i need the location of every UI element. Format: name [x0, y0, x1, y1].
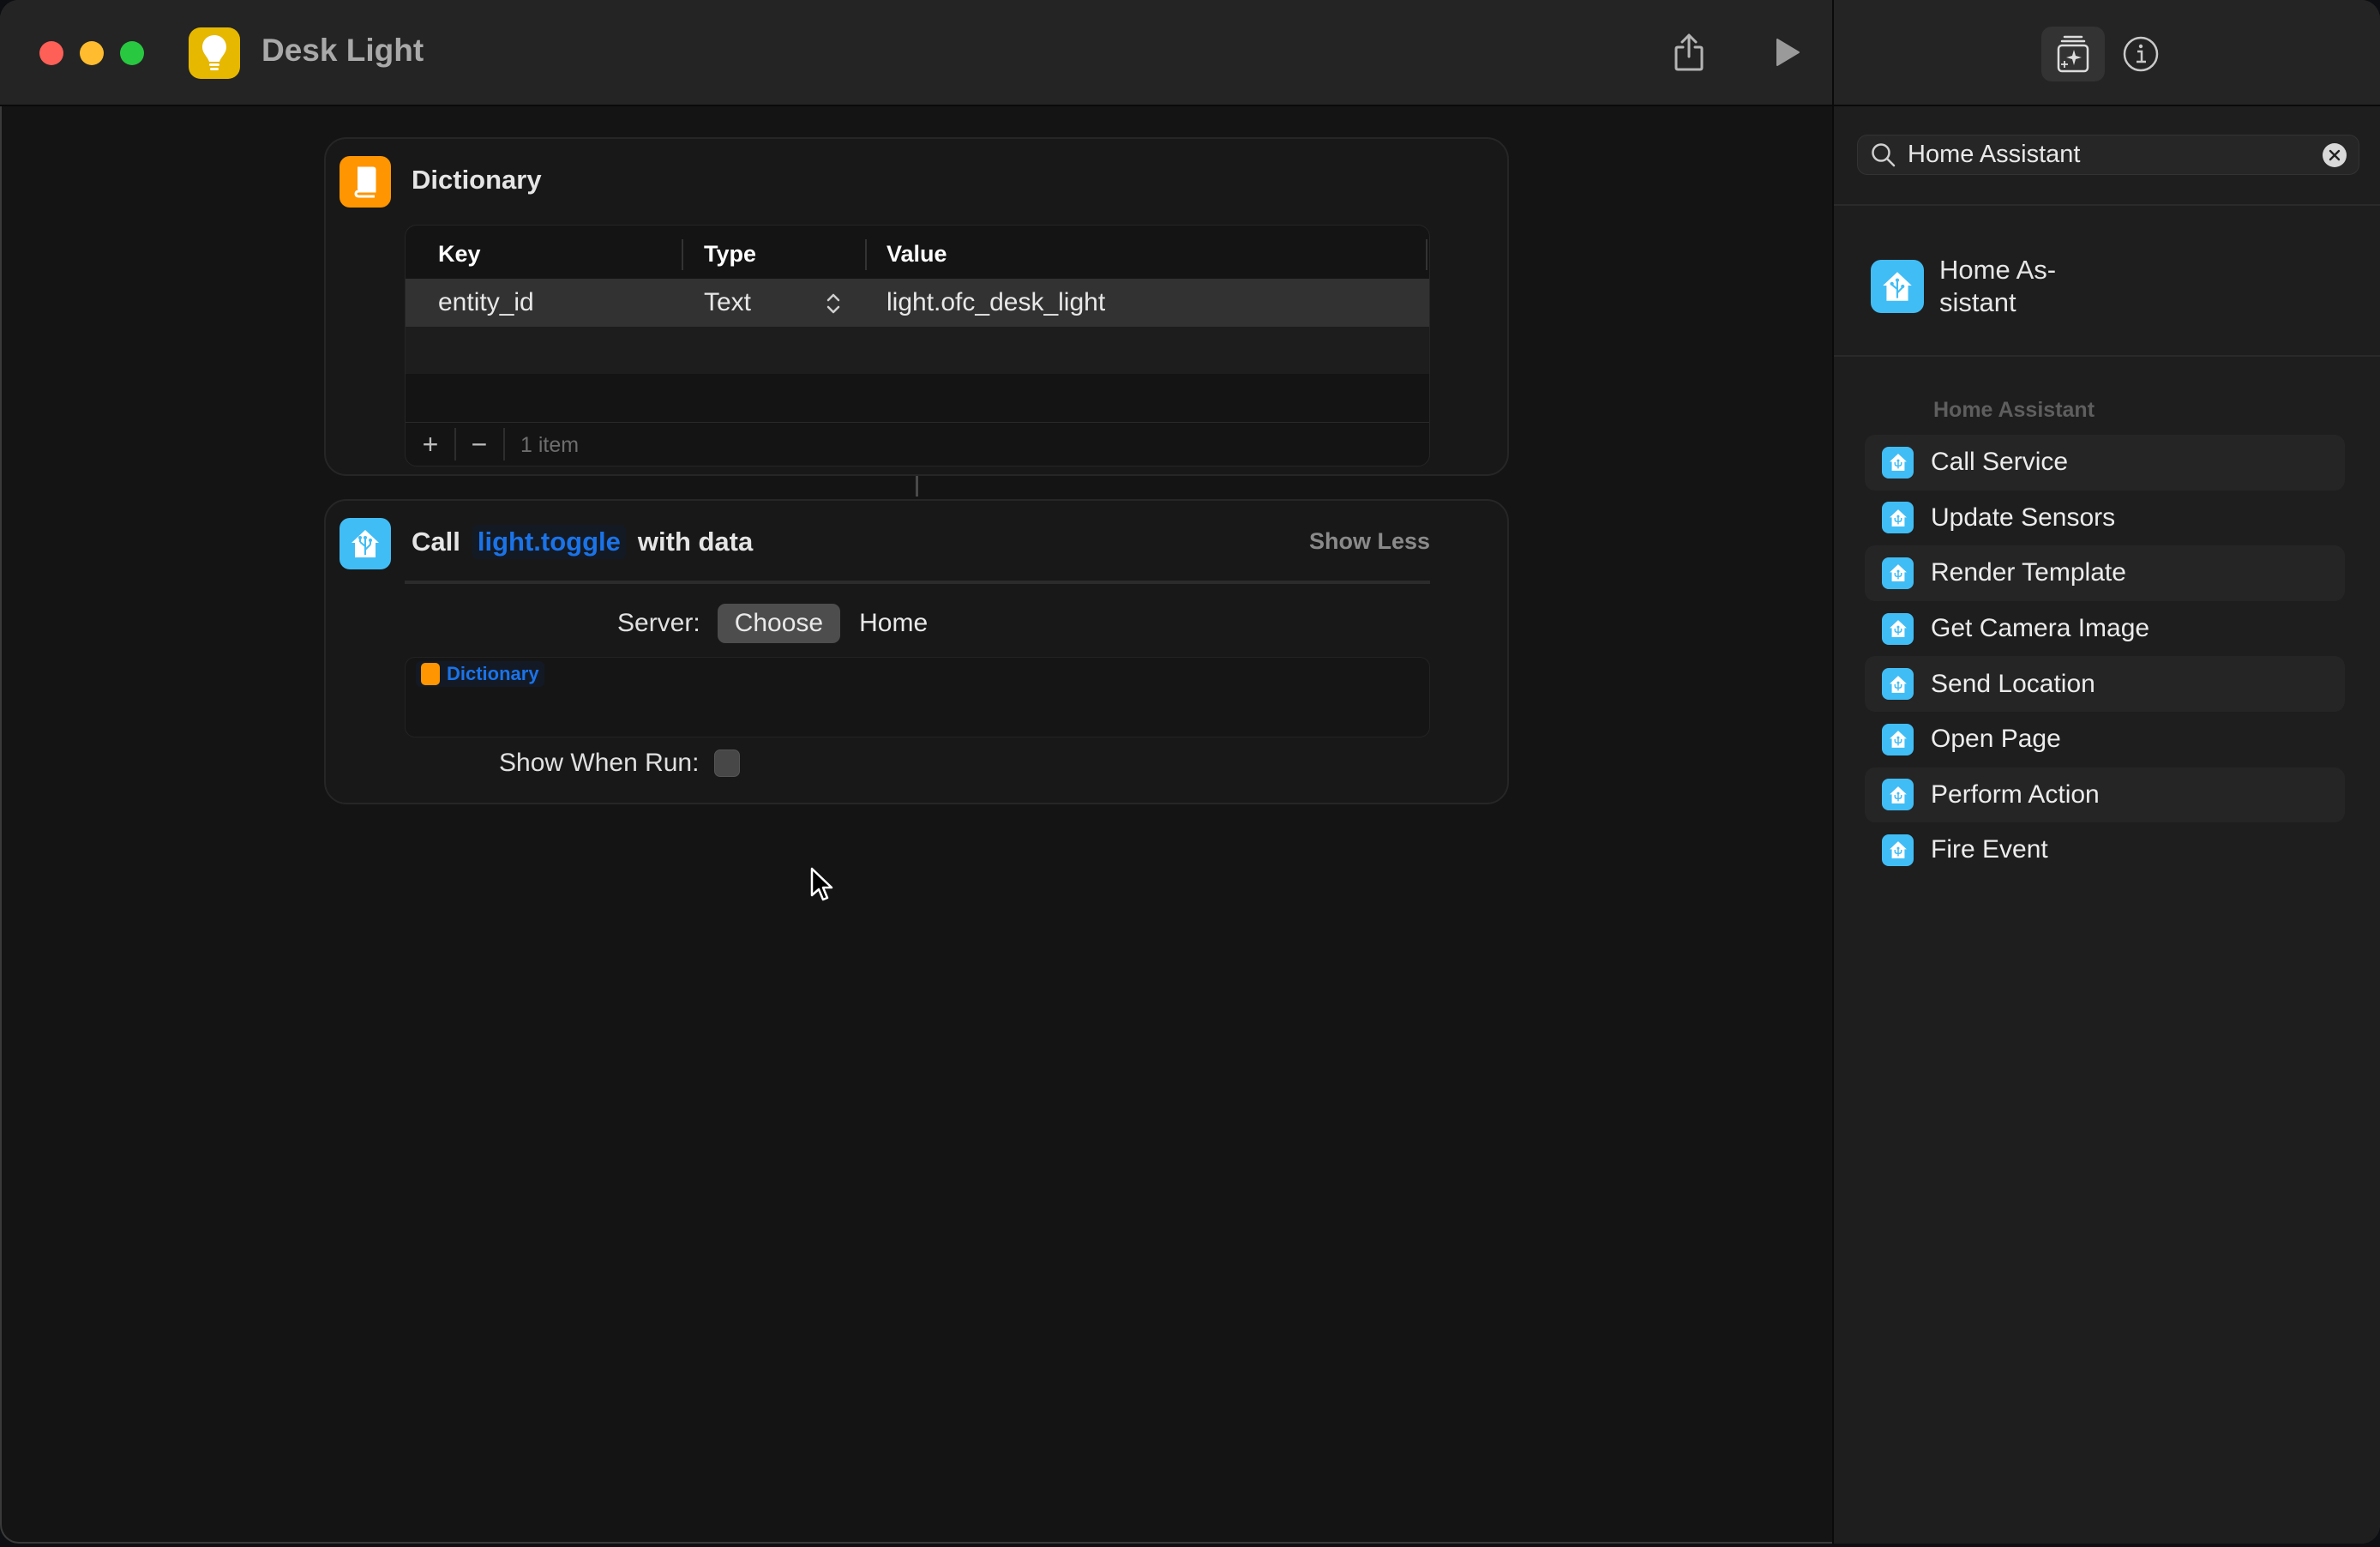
play-icon: [1776, 39, 1800, 66]
divider: [405, 581, 1430, 584]
dictionary-title: Dictionary: [412, 165, 542, 195]
action-label: Update Sensors: [1931, 503, 2116, 532]
search-icon: [1872, 142, 1896, 166]
action-label: Call Service: [1931, 448, 2069, 477]
home-assistant-icon: [1882, 557, 1914, 589]
server-row: Server: Choose Home: [617, 604, 928, 643]
remove-row-button[interactable]: −: [465, 429, 494, 460]
lightbulb-icon[interactable]: [189, 27, 240, 79]
data-input-field[interactable]: Dictionary: [405, 657, 1430, 737]
mouse-pointer-icon: [809, 866, 835, 908]
action-label: Render Template: [1931, 558, 2126, 587]
close-window-button[interactable]: [39, 41, 63, 65]
dictionary-variable-token[interactable]: Dictionary: [416, 661, 544, 687]
sidebar-action-get-camera-image[interactable]: Get Camera Image: [1865, 601, 2345, 657]
column-divider[interactable]: [1426, 239, 1427, 270]
shortcuts-window: Desk Light Dictionary Key Type Value ent…: [0, 0, 2380, 1544]
call-service-action-card[interactable]: Call light.toggle with data Show Less Se…: [324, 499, 1509, 804]
window-title: Desk Light: [261, 33, 424, 68]
action-search-field[interactable]: [1857, 135, 2359, 175]
share-button[interactable]: [1668, 31, 1710, 74]
dictionary-action-card[interactable]: Dictionary Key Type Value entity_id Text…: [324, 137, 1509, 476]
item-count: 1 item: [520, 433, 580, 457]
action-group-header: Home Assistant: [1933, 398, 2095, 422]
variable-label: Dictionary: [447, 663, 539, 684]
search-input[interactable]: [1906, 140, 2323, 170]
key-cell[interactable]: entity_id: [438, 288, 534, 317]
zoom-window-button[interactable]: [120, 41, 144, 65]
sidebar-action-render-template[interactable]: Render Template: [1865, 545, 2345, 601]
action-label: Get Camera Image: [1931, 614, 2150, 643]
run-button[interactable]: [1766, 31, 1809, 74]
empty-table-row: [406, 327, 1429, 374]
show-when-run-row: Show When Run:: [499, 749, 741, 778]
add-row-button[interactable]: +: [416, 429, 445, 460]
service-parameter[interactable]: light.toggle: [472, 525, 626, 559]
show-when-run-checkbox[interactable]: [714, 749, 741, 777]
show-when-run-label: Show When Run:: [499, 749, 700, 777]
sidebar-action-send-location[interactable]: Send Location: [1865, 656, 2345, 712]
home-assistant-icon: [1882, 612, 1914, 645]
footer-divider: [503, 428, 505, 460]
app-result-home-assistant[interactable]: Home As- sistant: [1871, 254, 2094, 319]
home-assistant-icon: [1882, 779, 1914, 811]
action-library-button[interactable]: [2041, 27, 2105, 81]
call-prefix: Call: [412, 527, 460, 557]
footer-divider: [454, 428, 456, 460]
sidebar-action-fire-event[interactable]: Fire Event: [1865, 822, 2345, 878]
table-header: Key Type Value: [406, 226, 1429, 279]
sidebar-toolbar: [1834, 0, 2380, 106]
table-footer: + − 1 item: [406, 422, 1429, 466]
show-less-button[interactable]: Show Less: [1309, 528, 1430, 555]
column-header-key[interactable]: Key: [438, 241, 481, 268]
column-divider[interactable]: [865, 239, 867, 270]
dictionary-icon: [340, 156, 391, 208]
home-assistant-icon: [1882, 723, 1914, 755]
dictionary-table: Key Type Value entity_id Text light.ofc_…: [405, 225, 1430, 467]
action-label: Send Location: [1931, 669, 2095, 698]
home-assistant-icon: [1882, 446, 1914, 479]
home-assistant-icon: [1882, 502, 1914, 534]
app-result-label-text: Home As- sistant: [1939, 255, 2057, 317]
call-suffix: with data: [637, 527, 754, 557]
info-button[interactable]: [2119, 33, 2162, 75]
action-label: Fire Event: [1931, 835, 2048, 864]
sidebar-action-perform-action[interactable]: Perform Action: [1865, 767, 2345, 823]
sidebar-action-open-page[interactable]: Open Page: [1865, 712, 2345, 767]
server-label: Server:: [617, 609, 700, 637]
action-sidebar: Home As- sistant Home Assistant Call Ser…: [1832, 0, 2380, 1544]
close-icon: [2329, 149, 2341, 160]
clear-search-button[interactable]: [2323, 142, 2347, 167]
table-row[interactable]: entity_id Text light.ofc_desk_light: [406, 279, 1429, 327]
action-library-icon: [2057, 35, 2089, 73]
dictionary-icon: [421, 663, 440, 685]
action-label: Open Page: [1931, 725, 2061, 754]
action-label: Perform Action: [1931, 780, 2100, 809]
info-icon: [2123, 36, 2159, 72]
server-value[interactable]: Home: [859, 609, 928, 638]
call-service-sentence: Call light.toggle with data: [412, 525, 753, 559]
home-assistant-icon: [1882, 668, 1914, 701]
divider: [1834, 355, 2380, 357]
sidebar-action-update-sensors[interactable]: Update Sensors: [1865, 491, 2345, 546]
share-icon: [1674, 33, 1704, 71]
home-assistant-icon: [340, 518, 391, 569]
app-result-label: Home As- sistant: [1939, 254, 2094, 319]
title-bar: Desk Light: [0, 0, 1832, 106]
column-header-type[interactable]: Type: [704, 241, 756, 268]
minimize-window-button[interactable]: [80, 41, 104, 65]
home-assistant-icon: [1871, 260, 1924, 313]
action-list: Call Service Update Sensors Render Templ…: [1865, 435, 2345, 878]
divider: [1834, 204, 2380, 206]
value-cell[interactable]: light.ofc_desk_light: [886, 288, 1105, 317]
home-assistant-icon: [1882, 834, 1914, 866]
action-connector: [916, 476, 918, 497]
column-header-value[interactable]: Value: [886, 241, 947, 268]
choose-server-button[interactable]: Choose: [717, 604, 841, 643]
type-stepper-icon[interactable]: [825, 291, 842, 323]
column-divider[interactable]: [682, 239, 683, 270]
sidebar-action-call-service[interactable]: Call Service: [1865, 435, 2345, 491]
type-cell[interactable]: Text: [704, 288, 751, 317]
